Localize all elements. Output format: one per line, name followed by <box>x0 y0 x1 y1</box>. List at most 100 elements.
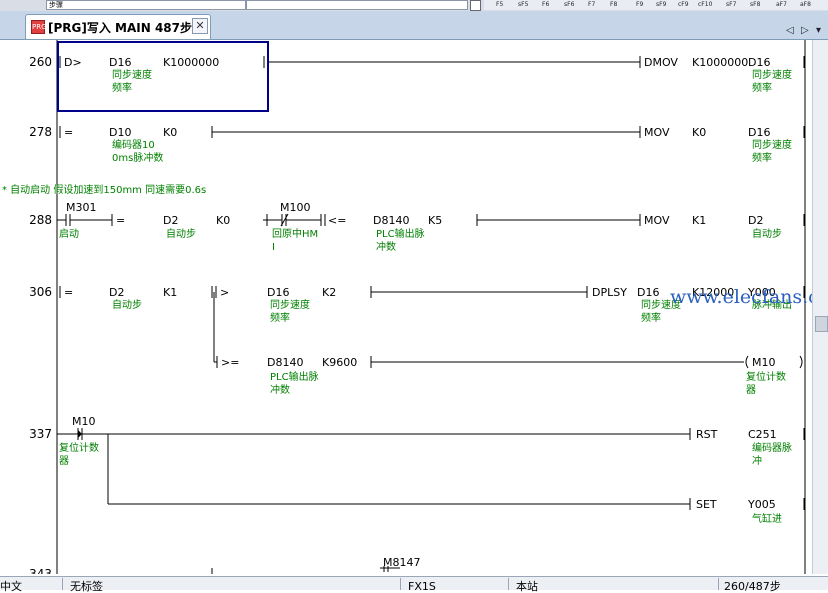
toolbar-checkbox[interactable] <box>470 0 481 11</box>
vertical-scrollbar[interactable] <box>812 40 828 574</box>
fkey[interactable]: aF8 <box>800 0 811 9</box>
compare-operator[interactable]: <= <box>328 214 346 227</box>
status-separator <box>718 578 719 590</box>
device-comment: 器 <box>59 456 69 467</box>
statement-comment[interactable]: * 自动启动 假设加速到150mm 同速需要0.6s <box>2 184 206 197</box>
scrollbar-thumb[interactable] <box>815 316 828 332</box>
tab-next-icon[interactable]: ▷ <box>801 25 809 36</box>
compare-operator[interactable]: = <box>64 286 73 299</box>
contact-device[interactable]: M8147 <box>383 556 421 569</box>
document-tab-bar: PRG [PRG]写入 MAIN 487步 ✕ ◁ ▷ ▾ <box>0 11 828 40</box>
device-comment: 自动步 <box>166 229 196 240</box>
instruction[interactable]: MOV <box>644 214 669 227</box>
step-combo[interactable]: 步骤 <box>46 0 246 10</box>
operand[interactable]: K0 <box>216 214 230 227</box>
function-key-bar: F5 sF5 F6 sF6 F7 F8 F9 sF9 cF9 cF10 sF7 … <box>484 0 828 10</box>
tab-title: [PRG]写入 MAIN 487步 <box>48 21 192 35</box>
operand[interactable]: K1 <box>163 286 177 299</box>
tab-prev-icon[interactable]: ◁ <box>786 25 794 36</box>
device-comment: 频率 <box>752 83 772 94</box>
device-comment: 复位计数 <box>59 443 99 454</box>
operand[interactable]: K1 <box>692 214 706 227</box>
operand[interactable]: D2 <box>163 214 178 227</box>
step-number: 337 <box>29 427 52 441</box>
fkey[interactable]: sF7 <box>726 0 736 9</box>
fkey[interactable]: sF8 <box>750 0 760 9</box>
fkey[interactable]: F6 <box>542 0 549 9</box>
device-comment: PLC输出脉 <box>376 229 425 240</box>
operand[interactable]: C251 <box>748 428 777 441</box>
fkey[interactable]: F8 <box>610 0 617 9</box>
device-comment: 同步速度 <box>270 300 310 311</box>
instruction[interactable]: SET <box>696 498 717 511</box>
contact-device[interactable]: M10 <box>72 415 96 428</box>
instruction[interactable]: RST <box>696 428 717 441</box>
operand[interactable]: K0 <box>163 126 177 139</box>
fkey[interactable]: F7 <box>588 0 595 9</box>
program-icon: PRG <box>31 20 47 34</box>
status-separator <box>508 578 509 590</box>
operand[interactable]: K1000000 <box>692 56 748 69</box>
instruction[interactable]: DPLSY <box>592 286 627 299</box>
operand[interactable]: D8140 <box>267 356 303 369</box>
operand[interactable]: K2 <box>322 286 336 299</box>
compare-operator[interactable]: = <box>64 126 73 139</box>
fkey[interactable]: cF10 <box>698 0 712 9</box>
device-comment: 冲 <box>752 456 762 467</box>
step-number: 306 <box>29 285 52 299</box>
fkey[interactable]: cF9 <box>678 0 689 9</box>
device-comment: 编码器脉 <box>752 443 792 454</box>
operand[interactable]: D10 <box>109 126 131 139</box>
compare-operator[interactable]: = <box>116 214 125 227</box>
contact-device[interactable]: M100 <box>280 201 311 214</box>
status-label-mode: 无标签 <box>70 580 103 593</box>
step-number: 260 <box>29 55 52 69</box>
device-comment: 器 <box>746 385 756 396</box>
operand[interactable]: D16 <box>267 286 289 299</box>
step-number: 343 <box>12 568 52 574</box>
compare-operator[interactable]: >= <box>221 356 239 369</box>
operand[interactable]: D2 <box>109 286 124 299</box>
fkey[interactable]: sF6 <box>564 0 574 9</box>
coil-device[interactable]: M10 <box>752 356 776 369</box>
contact-device[interactable]: M301 <box>66 201 97 214</box>
operand[interactable]: D2 <box>748 214 763 227</box>
device-comment: 气缸进 <box>752 514 782 525</box>
tab-main-program[interactable]: PRG [PRG]写入 MAIN 487步 ✕ <box>25 14 211 39</box>
instruction[interactable]: DMOV <box>644 56 678 69</box>
operand[interactable]: D16 <box>748 56 770 69</box>
operand[interactable]: K9600 <box>322 356 357 369</box>
search-combo[interactable] <box>246 0 468 10</box>
fkey[interactable]: sF5 <box>518 0 528 9</box>
fkey[interactable]: aF7 <box>776 0 787 9</box>
status-separator <box>400 578 401 590</box>
watermark: www.elecfans.com <box>670 286 812 308</box>
device-comment: 复位计数 <box>746 372 786 383</box>
operand[interactable]: D16 <box>109 56 131 69</box>
operand[interactable]: Y005 <box>748 498 776 511</box>
fkey[interactable]: F9 <box>636 0 643 9</box>
operand[interactable]: K5 <box>428 214 442 227</box>
status-station: 本站 <box>516 580 538 593</box>
operand[interactable]: D16 <box>637 286 659 299</box>
fkey[interactable]: F5 <box>496 0 503 9</box>
device-comment: PLC输出脉 <box>270 372 319 383</box>
operand[interactable]: D16 <box>748 126 770 139</box>
operand[interactable]: K1000000 <box>163 56 219 69</box>
device-comment: 冲数 <box>270 385 290 396</box>
fkey[interactable]: sF9 <box>656 0 666 9</box>
selection-cursor <box>57 41 269 112</box>
tab-list-icon[interactable]: ▾ <box>816 25 821 36</box>
device-comment: 自动步 <box>112 300 142 311</box>
compare-operator[interactable]: D> <box>64 56 82 69</box>
ladder-editor[interactable]: 260 D> D16 同步速度 频率 K1000000 DMOV K100000… <box>0 40 812 574</box>
device-comment: 编码器10 <box>112 140 155 151</box>
operand[interactable]: D8140 <box>373 214 409 227</box>
instruction[interactable]: MOV <box>644 126 669 139</box>
compare-operator[interactable]: > <box>220 286 229 299</box>
device-comment: 回原中HM <box>272 229 319 240</box>
operand[interactable]: K0 <box>692 126 706 139</box>
close-tab-button[interactable]: ✕ <box>192 18 208 34</box>
device-comment: 频率 <box>641 313 661 324</box>
step-number: 288 <box>29 213 52 227</box>
